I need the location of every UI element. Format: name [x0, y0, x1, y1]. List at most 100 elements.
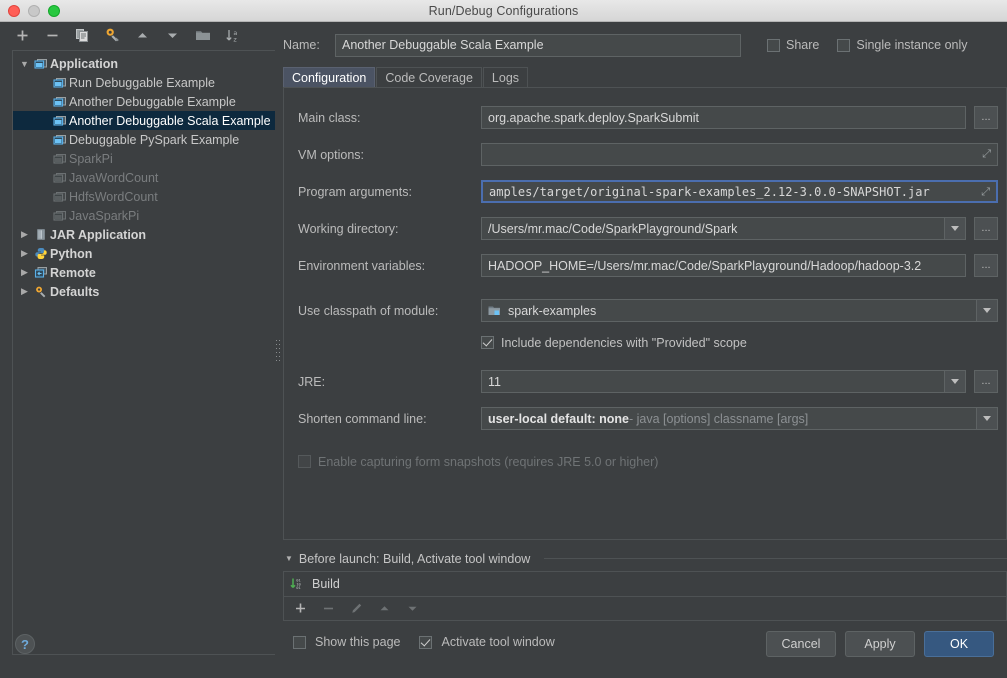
- tree-item-sparkpi[interactable]: ▶ SparkPi: [13, 149, 276, 168]
- application-icon: [51, 114, 69, 127]
- share-checkbox[interactable]: [767, 38, 780, 52]
- add-task-button[interactable]: [293, 602, 307, 616]
- tree-item-remote[interactable]: ▶ Remote: [13, 263, 276, 282]
- tree-item-jar-application[interactable]: ▶ JAR Application: [13, 225, 276, 244]
- chevron-right-icon[interactable]: ▶: [17, 248, 32, 259]
- tree-item-application[interactable]: ▼ Application: [13, 54, 276, 73]
- tree-item-javasparkpi[interactable]: ▶ JavaSparkPi: [13, 206, 276, 225]
- before-launch-header[interactable]: ▼ Before launch: Build, Activate tool wi…: [283, 550, 1007, 567]
- name-input[interactable]: Another Debuggable Scala Example: [335, 33, 741, 57]
- tab-logs[interactable]: Logs: [482, 67, 529, 88]
- single-instance-checkbox[interactable]: [837, 38, 851, 52]
- chevron-down-icon[interactable]: [944, 371, 965, 392]
- tree-item-debuggable-pyspark-example[interactable]: ▶ Debuggable PySpark Example: [13, 130, 276, 149]
- tree-rows: ▼ Application ▶ Run Debuggable Example ▶: [13, 51, 276, 301]
- before-launch-task-list[interactable]: 01 10 01 Build: [283, 571, 1007, 597]
- before-launch-task-label: Build: [312, 577, 340, 591]
- main-class-input[interactable]: org.apache.spark.deploy.SparkSubmit: [481, 106, 966, 129]
- program-arguments-input[interactable]: amples/target/original-spark-examples_2.…: [481, 180, 998, 203]
- help-button[interactable]: ?: [15, 634, 35, 654]
- environment-variables-label: Environment variables:: [298, 258, 426, 273]
- sort-az-icon[interactable]: a z: [224, 27, 241, 44]
- apply-button[interactable]: Apply: [845, 631, 915, 657]
- pane-splitter[interactable]: [275, 22, 282, 678]
- jre-row: JRE: 11 ...: [284, 370, 1006, 393]
- minimize-window-button[interactable]: [28, 5, 40, 17]
- working-directory-label: Working directory:: [298, 221, 399, 236]
- share-label: Share: [786, 38, 820, 52]
- shorten-command-line-row: Shorten command line: user-local default…: [284, 407, 1006, 430]
- svg-text:01: 01: [296, 585, 301, 590]
- dialog-action-buttons: Cancel Apply OK: [766, 631, 994, 657]
- chevron-down-icon[interactable]: ▼: [285, 554, 293, 563]
- chevron-down-icon[interactable]: [976, 300, 997, 321]
- configurations-tree[interactable]: ▼ Application ▶ Run Debuggable Example ▶: [12, 50, 277, 655]
- environment-variables-browse-button[interactable]: ...: [974, 254, 998, 277]
- remove-configuration-button[interactable]: [44, 27, 61, 44]
- tree-item-label: JavaSparkPi: [69, 208, 140, 223]
- program-arguments-value: amples/target/original-spark-examples_2.…: [489, 184, 930, 199]
- tree-item-hdfswordcount[interactable]: ▶ HdfsWordCount: [13, 187, 276, 206]
- working-directory-browse-button[interactable]: ...: [974, 217, 998, 240]
- expand-icon[interactable]: ⤢: [975, 185, 990, 199]
- jre-combo[interactable]: 11: [481, 370, 966, 393]
- chevron-right-icon[interactable]: ▶: [17, 286, 32, 297]
- classpath-module-value: spark-examples: [508, 303, 597, 318]
- chevron-right-icon[interactable]: ▶: [17, 229, 32, 240]
- chevron-down-icon[interactable]: [976, 408, 997, 429]
- form-snapshots-row: Enable capturing form snapshots (require…: [284, 450, 1006, 473]
- cancel-button[interactable]: Cancel: [766, 631, 836, 657]
- single-instance-checkbox-row[interactable]: Single instance only: [837, 38, 968, 52]
- build-icon: 01 10 01: [290, 577, 305, 591]
- tree-item-label: Remote: [50, 265, 96, 280]
- chevron-down-icon[interactable]: [944, 218, 965, 239]
- share-checkbox-row[interactable]: Share: [767, 38, 819, 52]
- zoom-window-button[interactable]: [48, 5, 60, 17]
- tree-item-python[interactable]: ▶ Python: [13, 244, 276, 263]
- application-icon: [51, 95, 69, 108]
- working-directory-combo[interactable]: /Users/mr.mac/Code/SparkPlayground/Spark: [481, 217, 966, 240]
- chevron-right-icon[interactable]: ▶: [17, 267, 32, 278]
- dialog-footer: ? Cancel Apply OK: [0, 622, 1007, 678]
- include-provided-label: Include dependencies with "Provided" sco…: [501, 335, 747, 350]
- main-class-browse-button[interactable]: ...: [974, 106, 998, 129]
- tree-item-label: JAR Application: [50, 227, 147, 242]
- wrench-icon[interactable]: [104, 27, 121, 44]
- expand-icon[interactable]: ⤢: [976, 148, 991, 161]
- tab-configuration[interactable]: Configuration: [283, 67, 376, 88]
- form-snapshots-checkbox: [298, 455, 311, 468]
- tree-item-run-debuggable-example[interactable]: ▶ Run Debuggable Example: [13, 73, 276, 92]
- tab-code-coverage[interactable]: Code Coverage: [376, 67, 482, 88]
- form-snapshots-checkbox-row: Enable capturing form snapshots (require…: [298, 455, 658, 469]
- splitter-grip-icon: [276, 340, 281, 366]
- copy-configuration-button[interactable]: [74, 27, 91, 44]
- tree-item-label: SparkPi: [69, 151, 113, 166]
- tree-item-javawordcount[interactable]: ▶ JavaWordCount: [13, 168, 276, 187]
- before-launch-toolbar: [283, 597, 1007, 621]
- configuration-editor-pane: Name: Another Debuggable Scala Example S…: [283, 22, 1007, 678]
- chevron-down-icon[interactable]: ▼: [17, 59, 32, 69]
- tree-item-another-debuggable-example[interactable]: ▶ Another Debuggable Example: [13, 92, 276, 111]
- close-window-button[interactable]: [8, 5, 20, 17]
- include-provided-checkbox[interactable]: [481, 336, 494, 349]
- add-configuration-button[interactable]: [14, 27, 31, 44]
- include-provided-checkbox-row[interactable]: Include dependencies with "Provided" sco…: [481, 336, 747, 350]
- folder-icon[interactable]: [194, 27, 211, 44]
- classpath-module-combo[interactable]: spark-examples: [481, 299, 998, 322]
- tree-item-label: Another Debuggable Example: [69, 94, 236, 109]
- tree-item-another-debuggable-scala-example[interactable]: ▶ Another Debuggable Scala Example: [13, 111, 276, 130]
- jar-icon: [32, 228, 50, 241]
- jre-browse-button[interactable]: ...: [974, 370, 998, 393]
- environment-variables-input[interactable]: HADOOP_HOME=/Users/mr.mac/Code/SparkPlay…: [481, 254, 966, 277]
- triangle-up-icon[interactable]: [134, 27, 151, 44]
- pencil-icon: [349, 602, 363, 616]
- ok-button[interactable]: OK: [924, 631, 994, 657]
- tree-item-label: HdfsWordCount: [69, 189, 158, 204]
- tree-item-defaults[interactable]: ▶ Defaults: [13, 282, 276, 301]
- working-directory-value: /Users/mr.mac/Code/SparkPlayground/Spark: [488, 221, 738, 236]
- program-arguments-label: Program arguments:: [298, 184, 412, 199]
- shorten-command-line-combo[interactable]: user-local default: none - java [options…: [481, 407, 998, 430]
- triangle-down-icon[interactable]: [164, 27, 181, 44]
- classpath-module-label: Use classpath of module:: [298, 303, 439, 318]
- vm-options-input[interactable]: ⤢: [481, 143, 998, 166]
